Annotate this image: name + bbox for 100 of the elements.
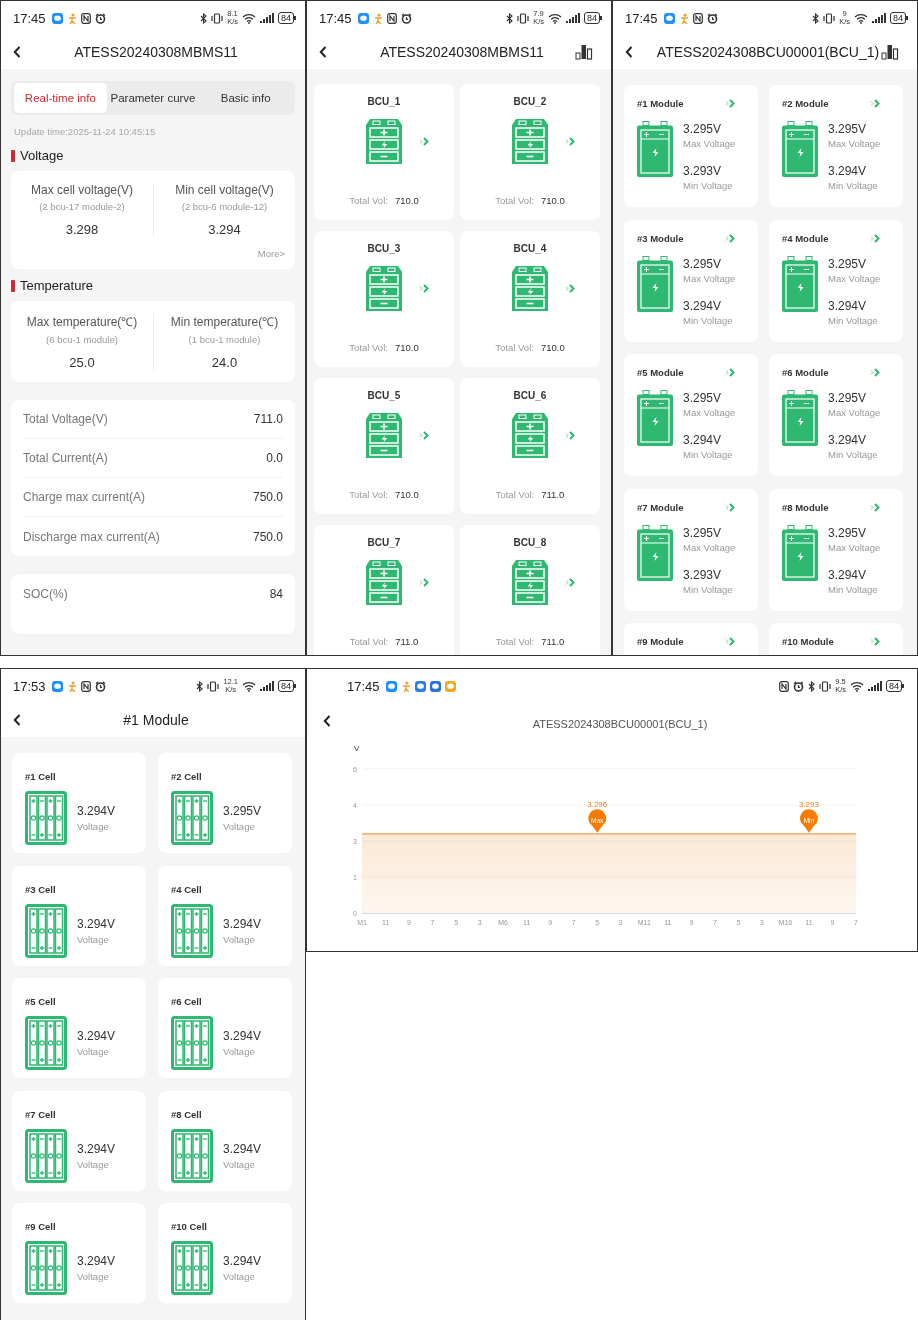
battery-cells-icon <box>171 903 213 958</box>
status-time: 17:45 <box>319 10 352 26</box>
cell-card[interactable]: #10 Cell 3.294V Voltage <box>158 1203 292 1303</box>
total-value: 710.0 <box>540 342 565 353</box>
cell-voltage-label: Voltage <box>223 1271 255 1282</box>
cell-voltage-label: Voltage <box>77 1046 109 1057</box>
module-card[interactable]: #10 Module <box>769 623 903 655</box>
vibrate-icon <box>517 12 530 24</box>
chevron-icon[interactable] <box>419 430 430 440</box>
max-voltage-value: 3.295V <box>828 391 867 405</box>
bluetooth-icon <box>196 680 204 692</box>
cell-card[interactable]: #9 Cell 3.294V Voltage <box>12 1203 146 1303</box>
max-voltage-value: 3.295V <box>828 122 867 136</box>
min-voltage-label: Min Voltage <box>683 449 733 460</box>
cell-name: #10 Cell <box>171 1221 207 1232</box>
back-icon[interactable] <box>625 46 633 58</box>
chevron-icon[interactable] <box>870 502 881 512</box>
data-label: 3.293 <box>798 799 819 809</box>
bcu-name: BCU_6 <box>513 390 547 401</box>
chat-app-icon <box>429 680 441 692</box>
cell-card[interactable]: #8 Cell 3.294V Voltage <box>158 1090 292 1191</box>
chevron-icon[interactable] <box>870 637 881 646</box>
chevron-icon[interactable] <box>870 99 881 108</box>
back-icon[interactable] <box>13 46 21 58</box>
module-card[interactable]: #5 Module 3.295V Max Voltage 3.294V Min Voltage <box>624 354 758 476</box>
cell-name: #9 Cell <box>25 1221 56 1232</box>
module-card[interactable]: #4 Module 3.295V Max Voltage 3.294V Min Voltage <box>769 219 903 342</box>
cell-card[interactable]: #2 Cell 3.295V Voltage <box>158 753 292 853</box>
parameter-value: 0.0 <box>266 451 283 465</box>
chevron-icon[interactable] <box>725 99 736 108</box>
vibrate-icon <box>207 680 220 692</box>
section-marker <box>11 149 15 162</box>
bcu-card[interactable]: BCU_8 Total Vol: 711.0 <box>460 525 600 655</box>
module-card[interactable]: #3 Module 3.295V Max Voltage 3.294V Min Voltage <box>624 219 758 342</box>
min-voltage-value: 3.294V <box>828 433 867 447</box>
stat-label: Max cell voltage(V) <box>30 183 133 197</box>
cell-card[interactable]: #5 Cell 3.294V Voltage <box>12 978 146 1078</box>
app-icon <box>400 680 411 692</box>
bcu-card[interactable]: BCU_5 Total Vol: 710.0 <box>314 378 454 514</box>
battery-pack-icon <box>365 558 403 606</box>
chevron-icon[interactable] <box>725 502 736 512</box>
max-voltage-label: Max Voltage <box>683 138 736 149</box>
tab[interactable]: Real-time info <box>14 83 107 113</box>
chevron-icon[interactable] <box>419 136 430 146</box>
cell-voltage: 3.294V <box>77 1254 116 1268</box>
bcu-card[interactable]: BCU_7 Total Vol: 711.0 <box>314 525 454 655</box>
cell-voltage-label: Voltage <box>223 1046 255 1057</box>
tab[interactable]: Basic info <box>199 83 292 113</box>
bar-chart-icon[interactable] <box>881 44 899 60</box>
cell-card[interactable]: #3 Cell 3.294V Voltage <box>12 865 146 966</box>
alarm-icon <box>94 12 106 24</box>
min-voltage-label: Min Voltage <box>683 314 733 326</box>
back-icon[interactable] <box>323 715 331 727</box>
min-voltage-label: Min Voltage <box>683 583 733 595</box>
module-card[interactable]: #2 Module 3.295V Max Voltage 3.294V Min Voltage <box>769 85 903 207</box>
module-card[interactable]: #1 Module 3.295V Max Voltage 3.293V Min Voltage <box>624 85 758 207</box>
max-voltage-value: 3.295V <box>828 525 867 540</box>
bcu-card[interactable]: BCU_2 Total Vol: 710.0 <box>460 84 600 220</box>
chevron-icon[interactable] <box>565 136 576 146</box>
cell-card[interactable]: #1 Cell 3.294V Voltage <box>12 753 146 853</box>
bar-chart-icon[interactable] <box>575 44 593 60</box>
cell-card[interactable]: #6 Cell 3.294V Voltage <box>158 978 292 1078</box>
chevron-icon[interactable] <box>725 233 736 243</box>
app-icon <box>66 680 77 692</box>
min-voltage-label: Min Voltage <box>828 449 878 460</box>
max-voltage-value: 3.295V <box>683 256 722 271</box>
tab[interactable]: Parameter curve <box>106 83 200 113</box>
chevron-icon[interactable] <box>419 283 430 293</box>
back-icon[interactable] <box>13 714 21 726</box>
module-card[interactable]: #9 Module <box>624 623 758 655</box>
back-icon[interactable] <box>319 46 327 58</box>
module-card[interactable]: #8 Module 3.295V Max Voltage 3.294V Min Voltage <box>769 488 903 611</box>
bcu-card[interactable]: BCU_6 Total Vol: 711.0 <box>460 378 600 514</box>
min-voltage-value: 3.294V <box>683 433 722 447</box>
bluetooth-icon <box>808 680 816 692</box>
module-name: #3 Module <box>637 232 684 244</box>
cell-card[interactable]: #4 Cell 3.294V Voltage <box>158 865 292 966</box>
chevron-icon[interactable] <box>870 233 881 243</box>
cell-voltage-label: Voltage <box>77 821 109 832</box>
chevron-icon[interactable] <box>565 283 576 293</box>
bcu-card[interactable]: BCU_1 Total Vol: 710.0 <box>314 84 454 220</box>
chevron-icon[interactable] <box>419 577 430 587</box>
chat-app-icon <box>51 680 63 692</box>
bcu-card[interactable]: BCU_4 Total Vol: 710.0 <box>460 231 600 367</box>
cell-voltage-label: Voltage <box>223 821 255 832</box>
chevron-icon[interactable] <box>725 368 736 377</box>
cell-card[interactable]: #7 Cell 3.294V Voltage <box>12 1090 146 1191</box>
cell-name: #1 Cell <box>25 771 56 782</box>
parameter-value: 84 <box>269 586 283 601</box>
chevron-icon[interactable] <box>565 577 576 587</box>
chevron-icon[interactable] <box>870 368 881 377</box>
module-card[interactable]: #7 Module 3.295V Max Voltage 3.293V Min Voltage <box>624 488 758 611</box>
chevron-icon[interactable] <box>565 430 576 440</box>
cell-voltage: 3.294V <box>77 1029 116 1043</box>
bcu-name: BCU_7 <box>367 537 401 548</box>
bcu-card[interactable]: BCU_3 Total Vol: 710.0 <box>314 231 454 367</box>
wifi-icon <box>548 12 562 24</box>
module-card[interactable]: #6 Module 3.295V Max Voltage 3.294V Min Voltage <box>769 354 903 476</box>
chevron-icon[interactable] <box>725 637 736 646</box>
parameter-value: 711.0 <box>253 412 283 426</box>
